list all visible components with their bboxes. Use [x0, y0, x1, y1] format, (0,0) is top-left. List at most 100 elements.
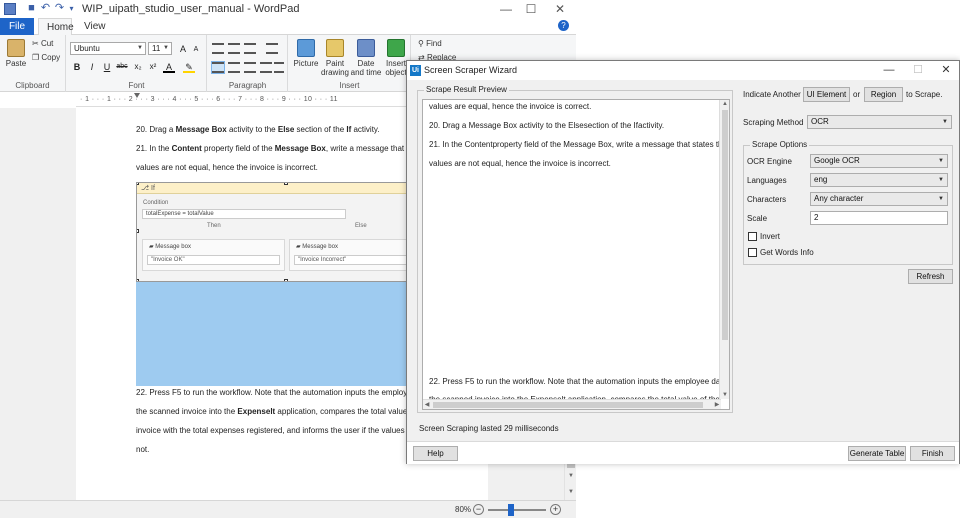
decrease-indent-icon[interactable] — [212, 43, 224, 54]
minimize-icon[interactable]: — — [881, 63, 897, 77]
justify-icon[interactable] — [260, 62, 272, 73]
strikethrough-icon[interactable]: abc — [116, 61, 128, 73]
superscript-icon[interactable]: x² — [147, 61, 159, 73]
scroll-up-icon[interactable]: ▲ — [720, 100, 729, 108]
date-time-button[interactable]: Date and time — [350, 39, 382, 77]
ocr-engine-select[interactable]: Google OCR ▼ — [810, 154, 948, 168]
undo-icon[interactable]: ↶ — [40, 3, 51, 14]
tab-file[interactable]: File — [0, 18, 34, 35]
font-group: Ubuntu ▼ 11 ▼ A A B I U abc x₂ x² A ✎ Font — [67, 35, 207, 92]
list-icon[interactable] — [244, 43, 256, 54]
text: property field of the — [201, 144, 275, 153]
paragraph-settings-icon[interactable] — [274, 62, 284, 73]
text: activity. — [351, 125, 380, 134]
scroll-down-icon[interactable]: ▼ — [720, 391, 729, 399]
paragraph-21: 21. In the Content property field of the… — [136, 144, 428, 153]
bold-text: Expenselt — [237, 407, 276, 416]
grow-font-icon[interactable]: A — [177, 43, 189, 55]
zoom-slider-thumb[interactable] — [508, 504, 514, 516]
preview-vertical-scrollbar[interactable]: ▲ ▼ — [719, 100, 729, 399]
scrollbar-thumb[interactable] — [433, 402, 703, 408]
font-size-select[interactable]: 11 ▼ — [148, 42, 172, 55]
insert-group-label: Insert — [339, 81, 360, 90]
wordpad-app-icon — [4, 3, 16, 15]
generate-table-button[interactable]: Generate Table — [848, 446, 906, 461]
characters-select[interactable]: Any character ▼ — [810, 192, 948, 206]
scrollbar-thumb[interactable] — [722, 110, 728, 340]
align-center-icon[interactable] — [228, 62, 240, 73]
save-icon[interactable]: ■ — [26, 3, 37, 14]
get-words-info-checkbox[interactable] — [748, 248, 757, 257]
paste-button[interactable]: Paste — [4, 39, 28, 68]
help-button[interactable]: Help — [413, 446, 458, 461]
languages-label: Languages — [747, 176, 787, 185]
ui-element-button[interactable]: UI Element — [803, 87, 850, 102]
preview-horizontal-scrollbar[interactable]: ◀ ▶ — [423, 399, 721, 409]
preview-line: 20. Drag a Message Box activity to the E… — [429, 121, 665, 130]
font-color-icon[interactable]: A — [163, 61, 175, 73]
paint-drawing-button[interactable]: Paint drawing — [320, 39, 350, 77]
scrape-result-preview-label: Scrape Result Preview — [424, 85, 509, 94]
region-button[interactable]: Region — [864, 87, 903, 102]
line-spacing-icon[interactable] — [266, 43, 278, 54]
scraping-method-select[interactable]: OCR ▼ — [807, 115, 952, 129]
picture-button[interactable]: Picture — [292, 39, 320, 68]
then-label: Then — [207, 223, 221, 229]
underline-icon[interactable]: U — [101, 61, 113, 73]
help-icon[interactable]: ? — [558, 20, 569, 31]
object-icon — [387, 39, 405, 57]
increase-indent-icon[interactable] — [228, 43, 240, 54]
invert-checkbox[interactable] — [748, 232, 757, 241]
copy-button[interactable]: ❐ Copy — [32, 53, 60, 62]
resize-handle[interactable] — [284, 183, 288, 185]
scroll-right-icon[interactable]: ▶ — [713, 400, 721, 409]
indent-marker[interactable] — [134, 93, 140, 107]
tab-view[interactable]: View — [76, 18, 106, 35]
subscript-icon[interactable]: x₂ — [132, 61, 144, 73]
highlight-icon[interactable]: ✎ — [183, 61, 195, 73]
zoom-slider-track[interactable] — [488, 509, 546, 511]
close-icon[interactable]: ✕ — [550, 1, 570, 17]
align-right-icon[interactable] — [244, 62, 256, 73]
message-box-title: ▰ Message box — [296, 243, 338, 250]
resize-handle[interactable] — [137, 183, 139, 185]
else-label: Else — [355, 223, 367, 229]
zoom-in-icon[interactable]: + — [550, 504, 561, 515]
picture-icon — [297, 39, 315, 57]
redo-icon[interactable]: ↷ — [54, 3, 65, 14]
languages-select[interactable]: eng ▼ — [810, 173, 948, 187]
quick-access-dropdown-icon[interactable]: ▾ — [66, 3, 77, 14]
scroll-down-icon[interactable]: ▼ — [567, 472, 575, 480]
bold-icon[interactable]: B — [71, 61, 83, 73]
scroll-left-icon[interactable]: ◀ — [423, 400, 431, 409]
to-scrape-label: to Scrape. — [906, 90, 943, 99]
minimize-icon[interactable]: — — [496, 1, 516, 17]
scale-label: Scale — [747, 214, 768, 223]
refresh-button[interactable]: Refresh — [908, 269, 953, 284]
scrape-result-textarea[interactable]: values are equal, hence the invoice is c… — [422, 99, 730, 410]
zoom-out-icon[interactable]: − — [473, 504, 484, 515]
preview-line: 21. In the Contentproperty field of the … — [429, 140, 727, 149]
maximize-icon[interactable]: ☐ — [521, 1, 541, 17]
paragraph-20: 20. Drag a Message Box activity to the E… — [136, 125, 380, 134]
align-left-icon[interactable] — [211, 61, 225, 74]
text: 21. In the — [136, 144, 172, 153]
message-box-then: ▰ Message box "Invoice OK" — [142, 239, 285, 271]
find-button[interactable]: ⚲ Find — [418, 39, 442, 48]
message-box-value: "Invoice OK" — [147, 255, 280, 265]
preview-line: 22. Press F5 to run the workflow. Note t… — [429, 377, 730, 386]
font-group-label: Font — [128, 81, 145, 90]
bold-text: Else — [277, 125, 295, 134]
cut-button[interactable]: ✂ Cut — [32, 39, 53, 48]
finish-button[interactable]: Finish — [910, 446, 955, 461]
message-box-title: ▰ Message box — [149, 243, 191, 250]
scroll-down-icon[interactable]: ▼ — [567, 488, 575, 496]
italic-icon[interactable]: I — [86, 61, 98, 73]
paragraph-group: Paragraph — [208, 35, 288, 92]
font-family-select[interactable]: Ubuntu ▼ — [70, 42, 146, 55]
tab-home[interactable]: Home — [38, 18, 74, 35]
resize-handle[interactable] — [137, 229, 139, 233]
shrink-font-icon[interactable]: A — [190, 44, 202, 56]
close-icon[interactable]: ✕ — [938, 63, 954, 77]
scale-input[interactable]: 2 — [810, 211, 948, 225]
